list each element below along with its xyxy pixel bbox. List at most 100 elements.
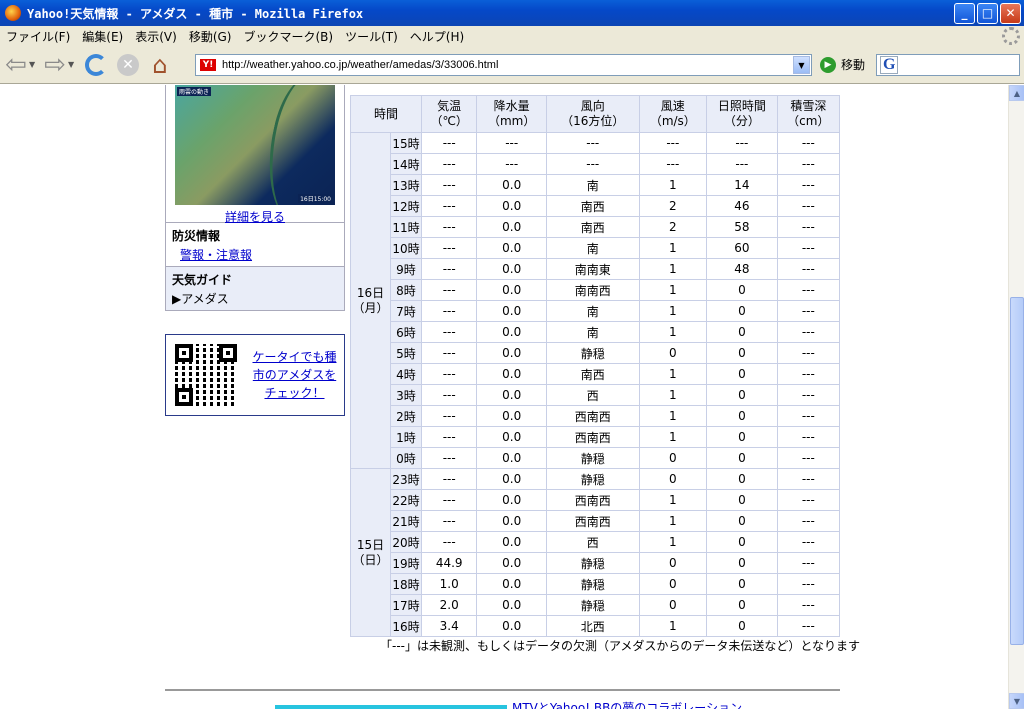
google-search-engine-icon[interactable]: G	[880, 56, 899, 74]
close-button[interactable]: ✕	[1000, 2, 1021, 24]
menu-edit[interactable]: 編集(E)	[76, 28, 129, 45]
precip-cell: 0.0	[476, 321, 547, 343]
amedas-guide-item[interactable]: ▶アメダス	[172, 290, 338, 307]
hour-cell: 9時	[390, 258, 422, 280]
header-sunshine: 日照時間 （分）	[706, 95, 778, 133]
sunshine-cell: 0	[706, 615, 778, 637]
snow-cell: ---	[776, 489, 841, 511]
url-input[interactable]: http://weather.yahoo.co.jp/weather/ameda…	[222, 59, 793, 71]
amedas-table: 時間 気温 （℃） 降水量 （mm） 風向 （16方位） 風速 （m/s） 日照…	[350, 95, 841, 637]
sunshine-cell: 0	[706, 573, 778, 595]
snow-cell: ---	[776, 258, 841, 280]
address-bar[interactable]: Y! http://weather.yahoo.co.jp/weather/am…	[195, 54, 812, 76]
disaster-info-heading: 防災情報	[172, 229, 221, 243]
sunshine-cell: 0	[706, 300, 778, 322]
menu-bookmarks[interactable]: ブックマーク(B)	[237, 28, 339, 45]
wind-speed-cell: 1	[638, 300, 708, 322]
temp-cell: ---	[420, 489, 478, 511]
wind-dir-cell: 南南西	[546, 279, 640, 301]
menu-file[interactable]: ファイル(F)	[0, 28, 76, 45]
sunshine-cell: 0	[706, 384, 778, 406]
reload-button[interactable]	[82, 51, 110, 79]
table-row: 12時 --- 0.0 南西 2 46 ---	[351, 195, 841, 217]
vertical-scrollbar[interactable]: ▲ ▼	[1008, 85, 1024, 709]
sunshine-cell: 0	[706, 489, 778, 511]
snow-cell: ---	[776, 321, 841, 343]
scroll-up-icon[interactable]: ▲	[1009, 85, 1024, 101]
wind-dir-cell: 静穏	[546, 468, 640, 490]
minimize-button[interactable]: _	[954, 2, 975, 24]
coastline-shape	[255, 85, 335, 205]
wind-dir-cell: 南	[546, 300, 640, 322]
hour-cell: 16時	[390, 615, 422, 637]
table-row: 13時 --- 0.0 南 1 14 ---	[351, 174, 841, 196]
qr-finder-pattern	[175, 388, 193, 406]
sunshine-cell: 0	[706, 426, 778, 448]
table-row: 6時 --- 0.0 南 1 0 ---	[351, 321, 841, 343]
warnings-link[interactable]: 警報・注意報	[180, 246, 338, 263]
precip-cell: 0.0	[476, 447, 547, 469]
table-row: 4時 --- 0.0 南西 1 0 ---	[351, 363, 841, 385]
stop-button[interactable]: ✕	[114, 51, 142, 79]
disaster-info-section: 防災情報 警報・注意報	[165, 223, 345, 267]
temp-cell: ---	[420, 132, 478, 154]
wind-dir-cell: 南	[546, 174, 640, 196]
hour-cell: 15時	[390, 132, 422, 154]
wind-dir-cell: 静穏	[546, 447, 640, 469]
rain-cloud-map-image[interactable]: 雨雲の動き 16日15:00	[175, 85, 335, 205]
wind-dir-cell: 西	[546, 531, 640, 553]
hour-cell: 21時	[390, 510, 422, 532]
precip-cell: 0.0	[476, 573, 547, 595]
sunshine-cell: 0	[706, 279, 778, 301]
temp-cell: 44.9	[420, 552, 478, 574]
table-row: 20時 --- 0.0 西 1 0 ---	[351, 531, 841, 553]
mobile-promo-link[interactable]: ケータイでも種市のアメダスをチェック！	[247, 348, 342, 402]
url-history-dropdown-icon[interactable]: ▼	[793, 56, 810, 74]
snow-cell: ---	[776, 384, 841, 406]
forward-dropdown-icon[interactable]: ▼	[68, 60, 78, 69]
maximize-button[interactable]: □	[977, 2, 998, 24]
sunshine-cell: 0	[706, 342, 778, 364]
sunshine-cell: 0	[706, 510, 778, 532]
snow-cell: ---	[776, 300, 841, 322]
search-input[interactable]: G	[876, 54, 1020, 76]
wind-speed-cell: 1	[638, 258, 708, 280]
temp-cell: ---	[420, 426, 478, 448]
hour-cell: 19時	[390, 552, 422, 574]
go-arrow-icon: ▶	[820, 56, 836, 73]
wind-speed-cell: 1	[638, 531, 708, 553]
sunshine-cell: 0	[706, 363, 778, 385]
sunshine-cell: ---	[706, 132, 778, 154]
mobile-promo-box[interactable]: ケータイでも種市のアメダスをチェック！	[165, 334, 345, 416]
stop-icon: ✕	[117, 53, 139, 76]
header-precip: 降水量 （mm）	[476, 95, 547, 133]
table-row: 8時 --- 0.0 南南西 1 0 ---	[351, 279, 841, 301]
scrollbar-thumb[interactable]	[1010, 297, 1024, 645]
weather-guide-heading: 天気ガイド	[172, 273, 233, 287]
menu-help[interactable]: ヘルプ(H)	[404, 28, 470, 45]
banner-image[interactable]	[275, 705, 507, 709]
day-label-cell: 16日 （月）	[350, 132, 391, 469]
wind-dir-cell: 西南西	[546, 489, 640, 511]
window-titlebar: Yahoo!天気情報 - アメダス - 種市 - Mozilla Firefox…	[0, 0, 1024, 26]
temp-cell: 3.4	[420, 615, 478, 637]
header-snow: 積雪深 （cm）	[776, 95, 841, 133]
hour-cell: 1時	[390, 426, 422, 448]
menu-bar: ファイル(F) 編集(E) 表示(V) 移動(G) ブックマーク(B) ツール(…	[0, 26, 1024, 46]
banner-link[interactable]: MTVとYahoo! BBの夢のコラボレーション	[512, 699, 742, 709]
back-arrow-icon[interactable]: ⇦	[3, 50, 29, 80]
snow-cell: ---	[776, 594, 841, 616]
hour-cell: 7時	[390, 300, 422, 322]
wind-dir-cell: 静穏	[546, 573, 640, 595]
forward-arrow-icon[interactable]: ⇨	[42, 50, 68, 80]
weather-guide-section: 天気ガイド ▶アメダス	[165, 267, 345, 311]
go-button[interactable]: ▶ 移動	[820, 56, 865, 73]
wind-dir-cell: 北西	[546, 615, 640, 637]
menu-view[interactable]: 表示(V)	[129, 28, 183, 45]
back-dropdown-icon[interactable]: ▼	[29, 60, 39, 69]
day-label-cell: 15日 （日）	[350, 468, 391, 637]
menu-go[interactable]: 移動(G)	[183, 28, 238, 45]
scroll-down-icon[interactable]: ▼	[1009, 693, 1024, 709]
home-button[interactable]: ⌂	[146, 51, 174, 79]
menu-tools[interactable]: ツール(T)	[339, 28, 404, 45]
